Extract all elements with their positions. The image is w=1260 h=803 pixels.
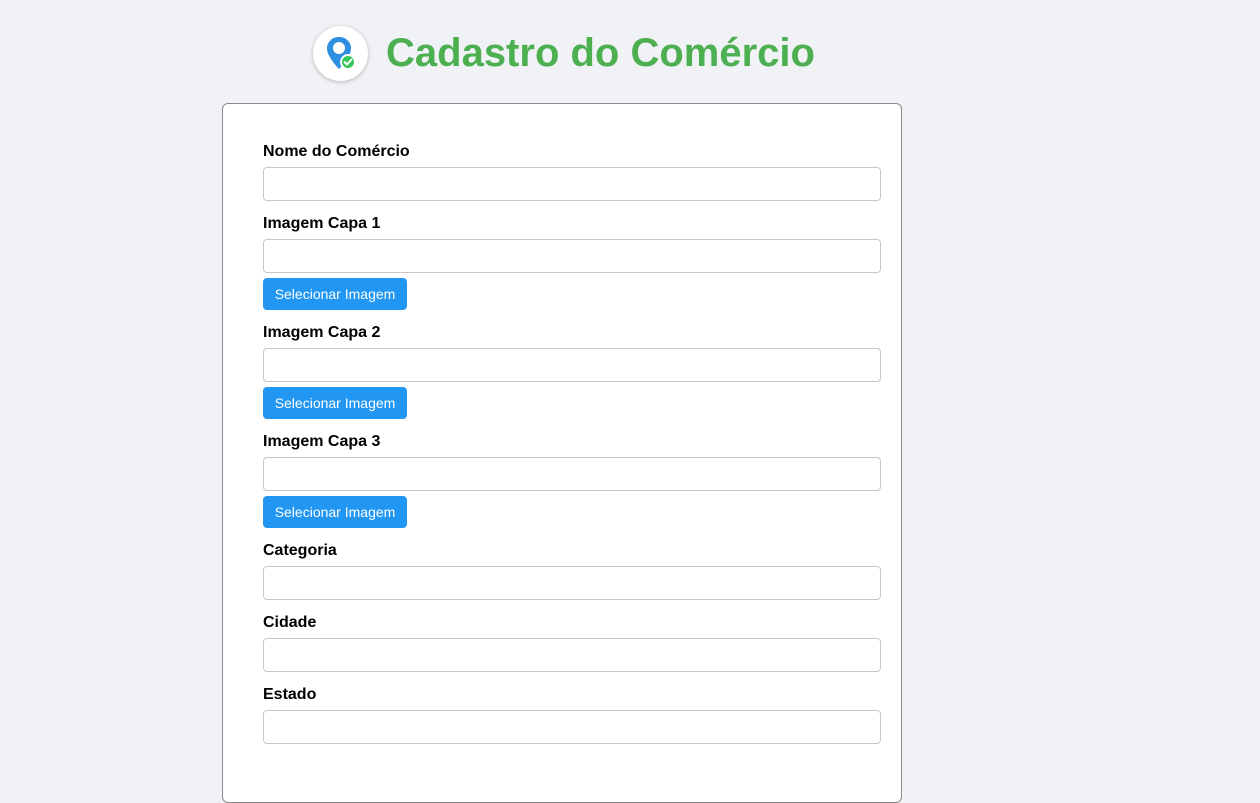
- page-header: Cadastro do Comércio: [313, 25, 815, 81]
- categoria-input[interactable]: [263, 566, 881, 600]
- nome-comercio-input[interactable]: [263, 167, 881, 201]
- categoria-label: Categoria: [263, 542, 337, 559]
- cidade-label: Cidade: [263, 614, 317, 631]
- select-image-2-button[interactable]: Selecionar Imagem: [263, 387, 407, 419]
- imagem-capa-1-label: Imagem Capa 1: [263, 215, 381, 232]
- imagem-capa-3-label: Imagem Capa 3: [263, 433, 381, 450]
- map-pin-check-icon: [313, 25, 368, 81]
- select-image-1-button[interactable]: Selecionar Imagem: [263, 278, 407, 310]
- imagem-capa-1-input[interactable]: [263, 239, 881, 273]
- imagem-capa-2-label: Imagem Capa 2: [263, 324, 381, 341]
- estado-input[interactable]: [263, 710, 881, 744]
- nome-comercio-label: Nome do Comércio: [263, 143, 410, 160]
- imagem-capa-3-input[interactable]: [263, 457, 881, 491]
- estado-label: Estado: [263, 686, 317, 703]
- page-title: Cadastro do Comércio: [386, 31, 815, 75]
- cidade-input[interactable]: [263, 638, 881, 672]
- select-image-3-button[interactable]: Selecionar Imagem: [263, 496, 407, 528]
- registration-form-card: Nome do Comércio Imagem Capa 1 Seleciona…: [222, 103, 902, 803]
- imagem-capa-2-input[interactable]: [263, 348, 881, 382]
